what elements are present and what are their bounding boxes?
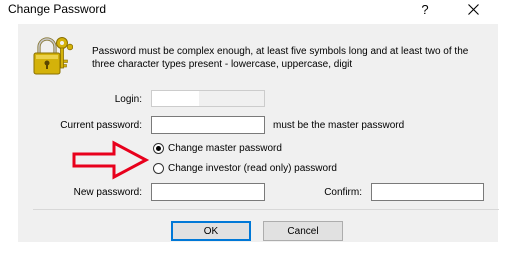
window-title: Change Password: [8, 2, 107, 16]
radio-change-master-label: Change master password: [168, 143, 282, 154]
login-label: Login:: [114, 94, 142, 105]
radio-change-investor-label: Change investor (read only) password: [168, 163, 337, 174]
login-value: [152, 91, 199, 106]
confirm-label: Confirm:: [324, 187, 362, 198]
ok-button[interactable]: OK: [171, 221, 251, 241]
radio-change-investor[interactable]: Change investor (read only) password: [153, 163, 337, 174]
close-button[interactable]: [455, 0, 491, 19]
new-password-label: New password:: [73, 187, 142, 198]
radio-button-unchecked[interactable]: [153, 163, 164, 174]
password-requirements-text: Password must be complex enough, at leas…: [92, 46, 469, 70]
separator: [33, 209, 499, 210]
help-button[interactable]: ?: [408, 0, 442, 19]
current-password-hint: must be the master password: [273, 120, 405, 131]
close-icon: [467, 4, 479, 15]
radio-change-master[interactable]: Change master password: [153, 143, 282, 154]
confirm-password-input[interactable]: [371, 183, 484, 201]
current-password-label: Current password:: [60, 120, 142, 131]
current-password-input[interactable]: [151, 116, 265, 134]
new-password-input[interactable]: [151, 183, 265, 201]
cancel-button[interactable]: Cancel: [263, 221, 343, 241]
red-outline-arrow-icon: [72, 140, 150, 180]
padlock-with-keys-icon: [33, 37, 73, 75]
radio-button-checked[interactable]: [153, 143, 164, 154]
login-field[interactable]: [151, 90, 265, 107]
